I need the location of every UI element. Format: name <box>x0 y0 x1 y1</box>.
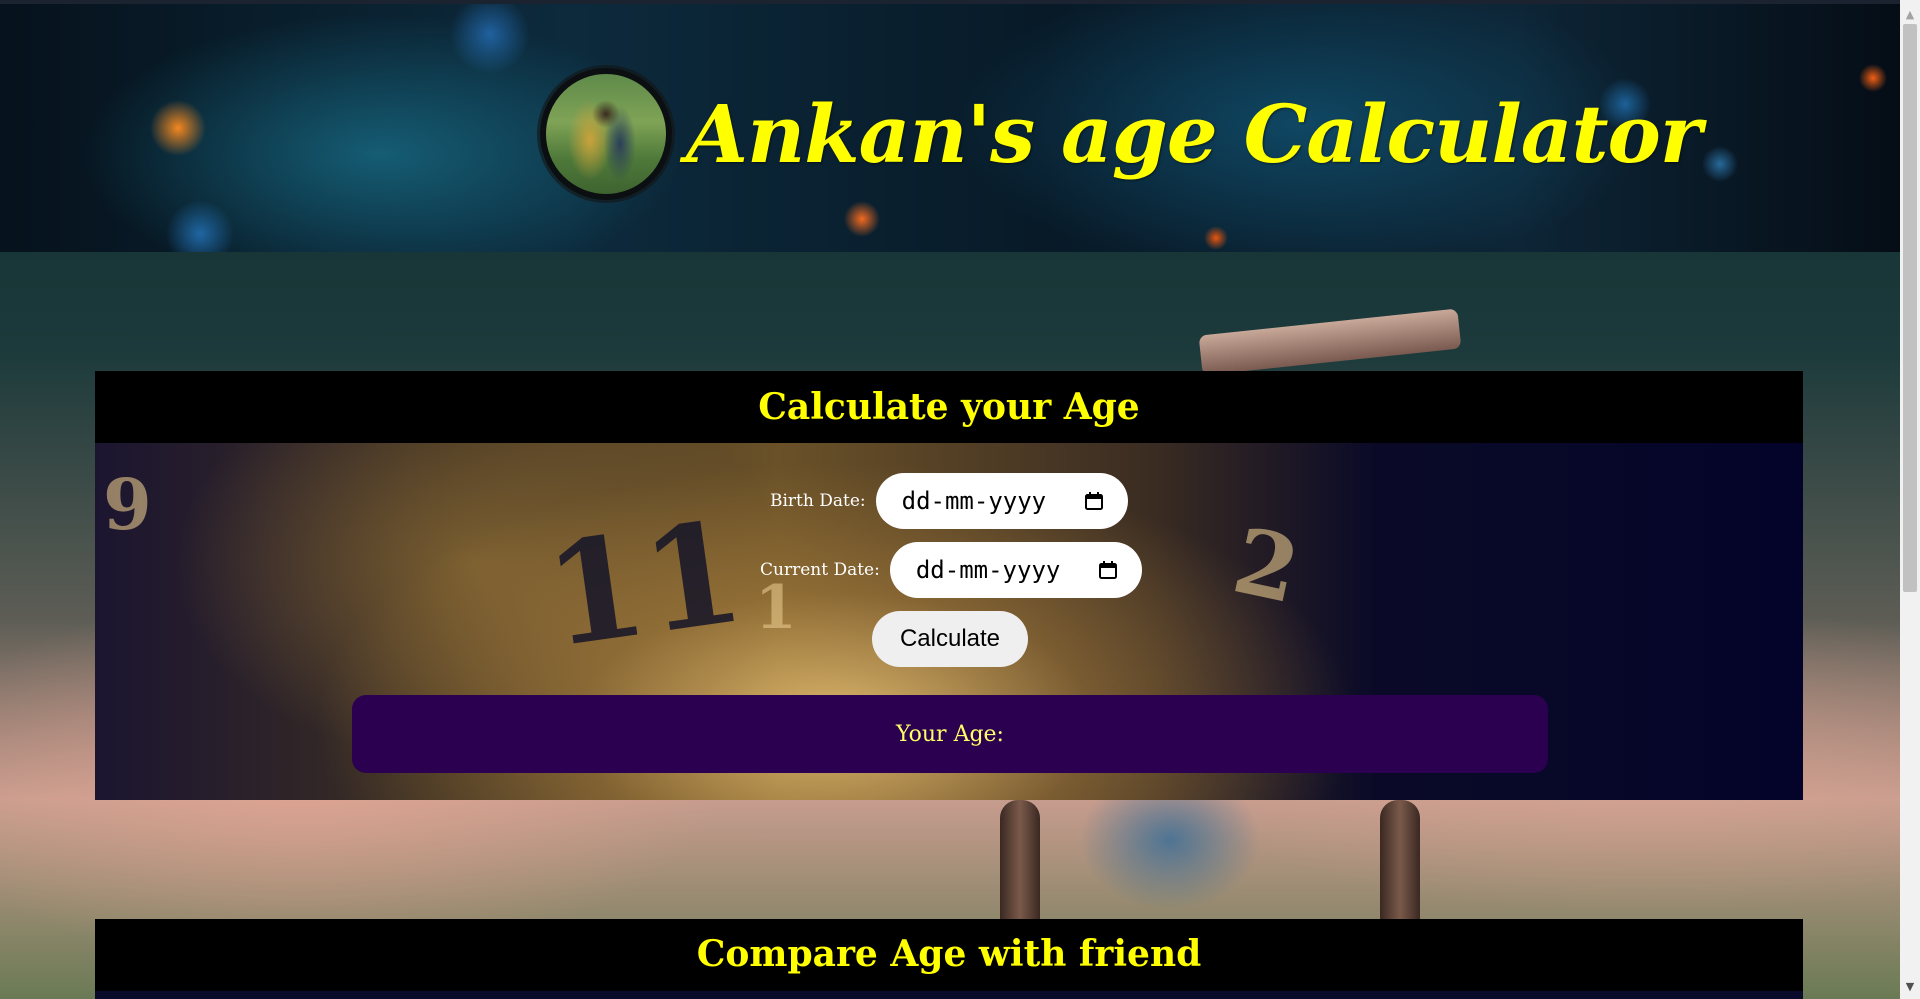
age-result-label: Your Age: <box>896 721 1004 747</box>
calendar-icon[interactable] <box>1098 560 1118 580</box>
current-date-input[interactable]: dd-mm-yyyy <box>889 542 1142 598</box>
compare-age-heading: Compare Age with friend <box>696 933 1202 975</box>
clock-numeral-decoration: 9 <box>103 463 152 546</box>
current-date-label: Current Date: <box>760 560 880 580</box>
avatar <box>540 68 672 200</box>
calculate-age-card: Calculate your Age 9 11 1 2 Birth Date: … <box>95 371 1803 800</box>
birth-date-value: dd-mm-yyyy <box>901 487 1047 515</box>
page: Ankan's age Calculator Calculate your Ag… <box>0 0 1920 999</box>
site-title: Ankan's age Calculator <box>686 87 1702 181</box>
birth-date-input[interactable]: dd-mm-yyyy <box>875 473 1128 529</box>
hourglass-rod-decoration <box>1198 308 1462 376</box>
scrollbar-thumb[interactable] <box>1903 24 1917 592</box>
clock-numeral-decoration: 11 <box>536 490 753 680</box>
calculate-age-header: Calculate your Age <box>95 371 1803 443</box>
site-header: Ankan's age Calculator <box>0 4 1900 252</box>
page-scrollbar[interactable]: ▲ ▼ <box>1900 0 1920 999</box>
current-date-row: Current Date: dd-mm-yyyy <box>760 542 1142 598</box>
birth-date-label: Birth Date: <box>770 491 866 511</box>
age-result-box: Your Age: <box>352 695 1548 773</box>
calculate-button[interactable]: Calculate <box>872 611 1028 667</box>
arrow-up-icon[interactable]: ▲ <box>1900 6 1920 22</box>
current-date-value: dd-mm-yyyy <box>915 556 1061 584</box>
brand: Ankan's age Calculator <box>540 64 1702 204</box>
compare-age-header: Compare Age with friend <box>95 919 1803 999</box>
arrow-down-icon[interactable]: ▼ <box>1900 978 1920 994</box>
compare-age-body <box>95 991 1803 999</box>
calculate-age-body: 9 11 1 2 Birth Date: dd-mm-yyyy Current … <box>95 443 1803 800</box>
calculate-age-heading: Calculate your Age <box>758 386 1140 428</box>
clock-numeral-decoration: 2 <box>1224 507 1308 625</box>
birth-date-row: Birth Date: dd-mm-yyyy <box>770 473 1128 529</box>
calendar-icon[interactable] <box>1084 491 1104 511</box>
